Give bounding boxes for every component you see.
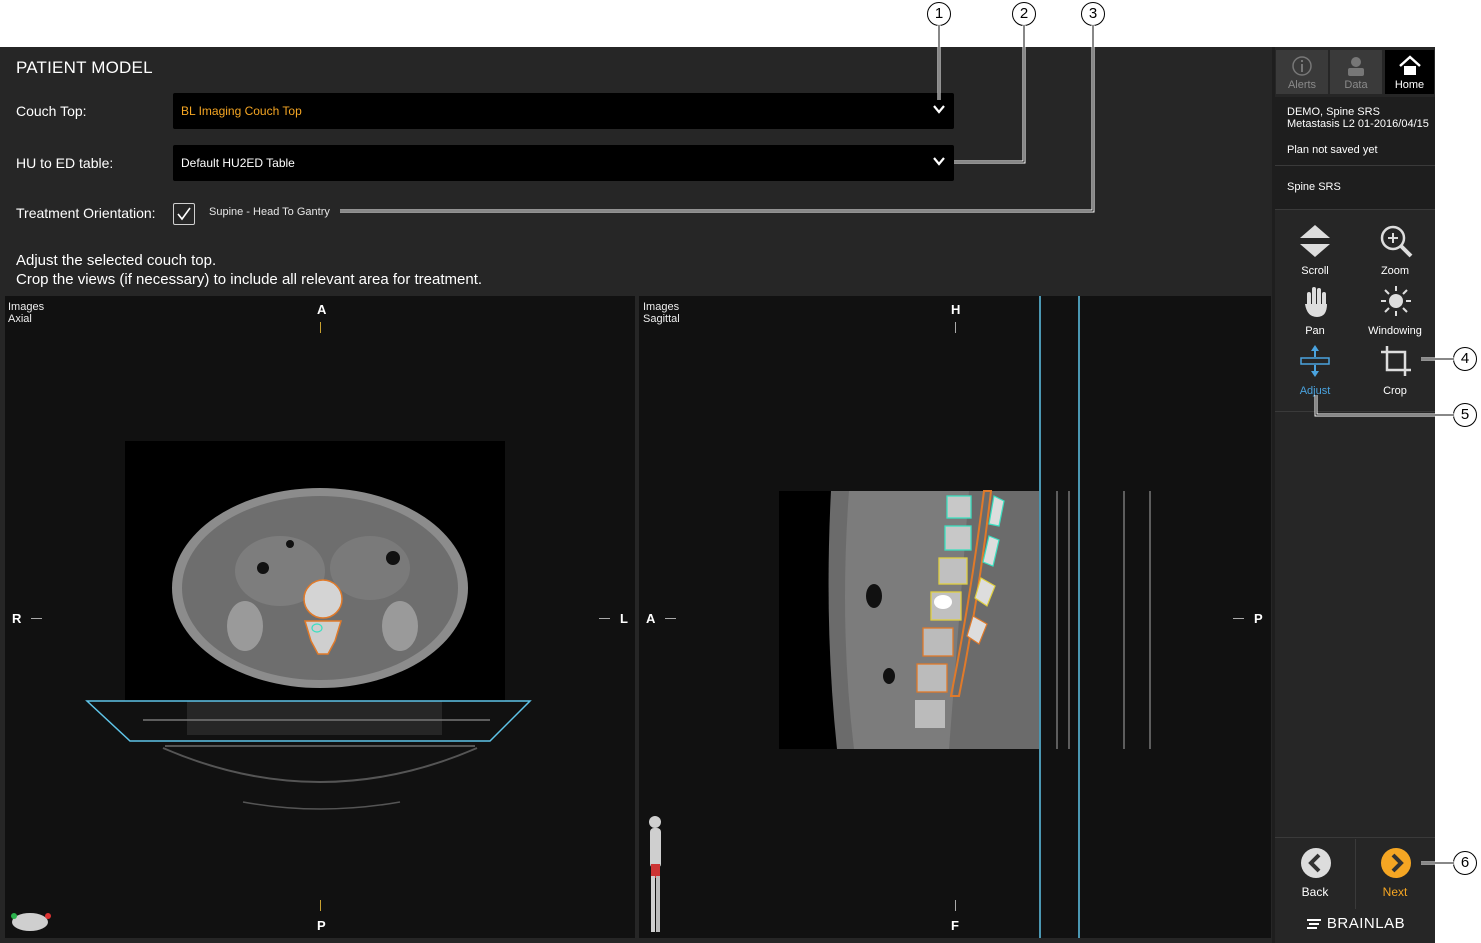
callout-leader-lines: [340, 25, 1454, 865]
